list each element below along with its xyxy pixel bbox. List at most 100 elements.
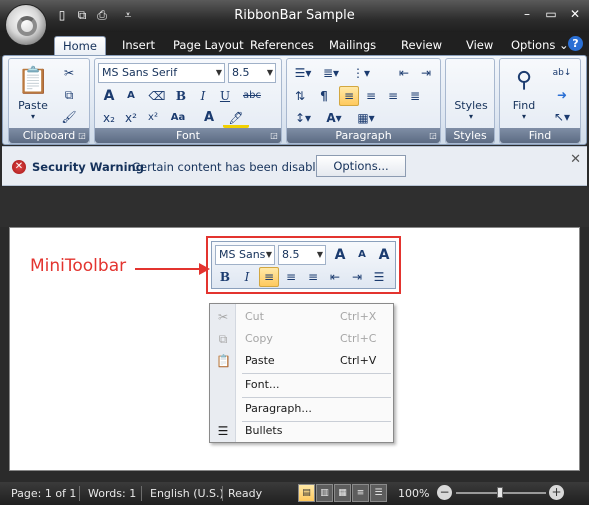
clear-script-icon[interactable]: x² — [143, 108, 163, 128]
align-right-icon[interactable]: ≡ — [383, 86, 403, 106]
zoom-in-icon[interactable]: + — [549, 485, 564, 500]
help-icon[interactable]: ? — [568, 36, 583, 51]
highlight-icon[interactable]: 🖊 — [223, 108, 249, 128]
bold-button[interactable]: B — [171, 86, 191, 106]
security-options-button[interactable]: Options... — [316, 155, 406, 177]
zoom-slider-thumb[interactable] — [497, 487, 503, 498]
change-case-button[interactable]: Aa — [165, 108, 191, 128]
mini-bullets-icon[interactable]: ☰ — [369, 267, 389, 287]
mini-align-right-icon[interactable]: ≡ — [303, 267, 323, 287]
office-button[interactable] — [5, 4, 47, 46]
bullets-icon[interactable]: ☰▾ — [290, 63, 316, 83]
mini-increase-indent-icon[interactable]: ⇥ — [347, 267, 367, 287]
menu-item-cut[interactable]: ✂ Cut Ctrl+X — [210, 306, 393, 328]
status-page[interactable]: Page: 1 of 1 — [11, 487, 76, 500]
superscript-button[interactable]: x² — [121, 108, 141, 128]
menu-item-label: Cut — [245, 310, 264, 323]
zoom-level[interactable]: 100% — [398, 487, 429, 500]
dialog-launcher-icon[interactable]: ◲ — [269, 131, 279, 141]
mini-font-name-combo[interactable]: MS Sans ▼ — [215, 245, 275, 265]
draft-view-icon[interactable]: ☰ — [370, 484, 387, 502]
print-layout-view-icon[interactable]: ▤ — [298, 484, 315, 502]
increase-indent-icon[interactable]: ⇥ — [416, 63, 436, 83]
mini-bold-button[interactable]: B — [215, 267, 235, 287]
mini-styles-button[interactable]: A — [374, 245, 394, 265]
mini-font-size-combo[interactable]: 8.5 ▼ — [278, 245, 326, 265]
outline-view-icon[interactable]: ≡ — [352, 484, 369, 502]
maximize-button[interactable]: ▭ — [543, 6, 559, 22]
cut-icon[interactable]: ✂ — [59, 63, 79, 83]
paste-icon[interactable]: 📋 — [17, 65, 49, 97]
mini-grow-font-button[interactable]: A — [330, 245, 350, 265]
menu-item-copy[interactable]: ⧉ Copy Ctrl+C — [210, 328, 393, 350]
status-words[interactable]: Words: 1 — [88, 487, 136, 500]
decrease-indent-icon[interactable]: ⇤ — [394, 63, 414, 83]
text-effects-button[interactable]: A — [199, 108, 219, 128]
tab-home[interactable]: Home — [54, 36, 106, 56]
mini-shrink-font-button[interactable]: A — [352, 245, 372, 265]
paste-dropdown-icon[interactable]: ▾ — [27, 112, 39, 121]
tab-insert[interactable]: Insert — [114, 36, 163, 56]
styles-button[interactable]: Styles — [448, 99, 494, 112]
menu-item-font[interactable]: Font... — [210, 374, 393, 396]
paste-button-label[interactable]: Paste — [13, 99, 53, 112]
menu-item-label: Paragraph... — [245, 402, 312, 415]
tab-references[interactable]: References — [242, 36, 322, 56]
menu-item-paragraph[interactable]: Paragraph... — [210, 398, 393, 420]
shrink-font-button[interactable]: A — [121, 86, 141, 106]
find-dropdown-icon[interactable]: ▾ — [518, 112, 530, 121]
subscript-button[interactable]: x₂ — [99, 108, 119, 128]
grow-font-button[interactable]: A — [99, 86, 119, 106]
align-center-icon[interactable]: ≡ — [361, 86, 381, 106]
tab-review[interactable]: Review — [393, 36, 450, 56]
goto-arrow-icon[interactable]: ➜ — [552, 85, 572, 105]
borders-icon[interactable]: ▦▾ — [353, 108, 379, 128]
mini-align-center-icon[interactable]: ≡ — [281, 267, 301, 287]
shield-icon: ✕ — [12, 160, 26, 174]
font-group: MS Sans Serif ▼ 8.5 ▼ A A ⌫ B I U abc x₂… — [94, 58, 282, 144]
window-title: RibbonBar Sample — [234, 8, 355, 23]
full-screen-reading-icon[interactable]: ▥ — [316, 484, 333, 502]
menu-item-paste[interactable]: 📋 Paste Ctrl+V — [210, 350, 393, 372]
strikethrough-button[interactable]: abc — [239, 86, 265, 106]
multilevel-list-icon[interactable]: ⋮▾ — [346, 63, 376, 83]
sort-icon[interactable]: ⇅ — [290, 86, 310, 106]
close-icon[interactable]: ✕ — [570, 152, 581, 167]
format-painter-icon[interactable]: 🖌 — [59, 107, 79, 127]
line-spacing-icon[interactable]: ↕▾ — [290, 108, 316, 128]
chevron-down-icon: ▼ — [316, 250, 323, 259]
close-button[interactable]: ✕ — [567, 6, 583, 22]
web-layout-icon[interactable]: ▦ — [334, 484, 351, 502]
status-language[interactable]: English (U.S.) — [150, 487, 224, 500]
italic-button[interactable]: I — [193, 86, 213, 106]
replace-icon[interactable]: ab↓ — [552, 63, 572, 83]
status-divider — [141, 486, 142, 501]
zoom-out-icon[interactable]: − — [437, 485, 452, 500]
show-formatting-button[interactable]: ¶ — [314, 86, 334, 106]
align-left-icon[interactable]: ≡ — [339, 86, 359, 106]
tab-mailings[interactable]: Mailings — [321, 36, 384, 56]
numbering-icon[interactable]: ≣▾ — [318, 63, 344, 83]
options-menu[interactable]: Options ⌄ — [503, 36, 577, 56]
dialog-launcher-icon[interactable]: ◲ — [77, 131, 87, 141]
document-area[interactable]: MiniToolbar MS Sans ▼ 8.5 ▼ A A A B I ≡ … — [9, 227, 580, 471]
menu-item-bullets[interactable]: ☰ Bullets — [210, 420, 393, 442]
mini-italic-button[interactable]: I — [237, 267, 257, 287]
tab-page-layout[interactable]: Page Layout — [165, 36, 252, 56]
select-cursor-icon[interactable]: ↖▾ — [552, 107, 572, 127]
font-size-combo[interactable]: 8.5 ▼ — [228, 63, 276, 83]
font-name-combo[interactable]: MS Sans Serif ▼ — [98, 63, 225, 83]
copy-icon[interactable]: ⧉ — [59, 85, 79, 105]
tab-view[interactable]: View — [458, 36, 501, 56]
binoculars-icon[interactable]: ⚲ — [508, 65, 540, 97]
styles-dropdown-icon[interactable]: ▾ — [465, 112, 477, 121]
shading-icon[interactable]: A▾ — [321, 108, 347, 128]
underline-button[interactable]: U — [215, 86, 235, 106]
find-button[interactable]: Find — [504, 99, 544, 112]
dialog-launcher-icon[interactable]: ◲ — [428, 131, 438, 141]
justify-icon[interactable]: ≣ — [405, 86, 425, 106]
mini-align-left-icon[interactable]: ≡ — [259, 267, 279, 287]
mini-decrease-indent-icon[interactable]: ⇤ — [325, 267, 345, 287]
clear-format-icon[interactable]: ⌫ — [147, 86, 167, 106]
minimize-button[interactable]: – — [519, 6, 535, 22]
